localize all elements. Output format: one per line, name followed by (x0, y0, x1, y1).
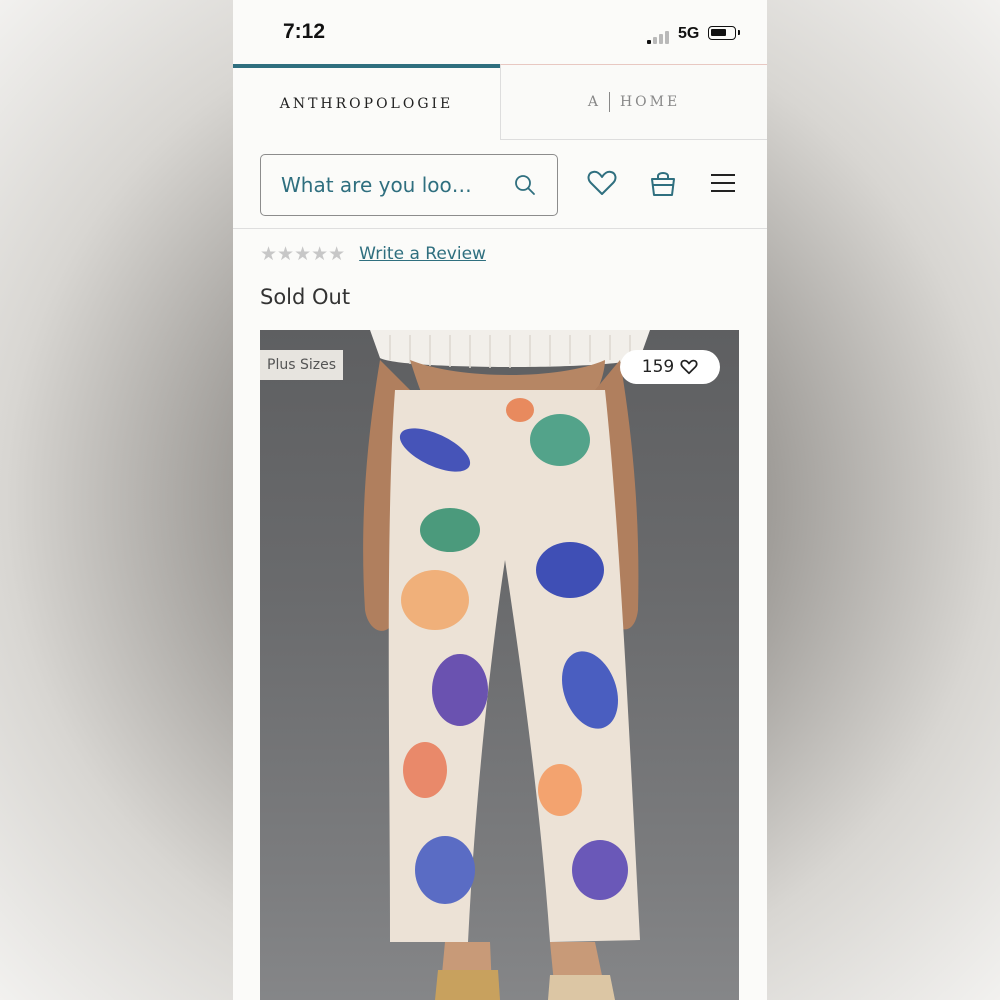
cart-button[interactable] (646, 166, 680, 200)
signal-icon (647, 30, 673, 44)
likes-button[interactable]: 159 (620, 350, 720, 384)
bag-icon (651, 172, 675, 196)
heart-outline-icon (680, 359, 698, 375)
product-image[interactable]: Plus Sizes 159 (260, 330, 739, 1000)
tab-home[interactable]: A HOME (500, 64, 767, 140)
wishlist-button[interactable] (585, 166, 619, 200)
heart-icon (587, 170, 617, 195)
likes-count: 159 (641, 357, 675, 377)
rating-stars: ★★★★★ (260, 243, 346, 265)
tab-anthropologie-label: ANTHROPOLOGIE (279, 96, 454, 112)
menu-button[interactable] (706, 166, 740, 200)
phone-screen: 7:12 5G ANTHROPOLOGIE A HOME What are yo… (233, 0, 767, 1000)
header-divider (233, 228, 767, 229)
plus-sizes-badge: Plus Sizes (260, 350, 343, 380)
tab-home-separator (608, 92, 610, 112)
tab-home-letter: A (587, 94, 601, 110)
write-review-link[interactable]: Write a Review (359, 244, 486, 264)
menu-icon (711, 174, 735, 192)
tab-home-label: HOME (619, 94, 681, 110)
search-box[interactable] (260, 154, 558, 216)
availability-status: Sold Out (260, 285, 351, 309)
network-label: 5G (678, 25, 700, 42)
rating-row: ★★★★★ Write a Review (260, 240, 486, 268)
site-tabs: ANTHROPOLOGIE A HOME (233, 64, 767, 140)
tab-anthropologie[interactable]: ANTHROPOLOGIE (233, 64, 500, 140)
status-time: 7:12 (283, 20, 326, 43)
battery-icon (708, 26, 740, 40)
product-photo-illustration (363, 330, 650, 1000)
search-icon[interactable] (513, 173, 537, 197)
status-bar: 7:12 5G (233, 0, 767, 64)
search-input[interactable] (281, 169, 491, 201)
